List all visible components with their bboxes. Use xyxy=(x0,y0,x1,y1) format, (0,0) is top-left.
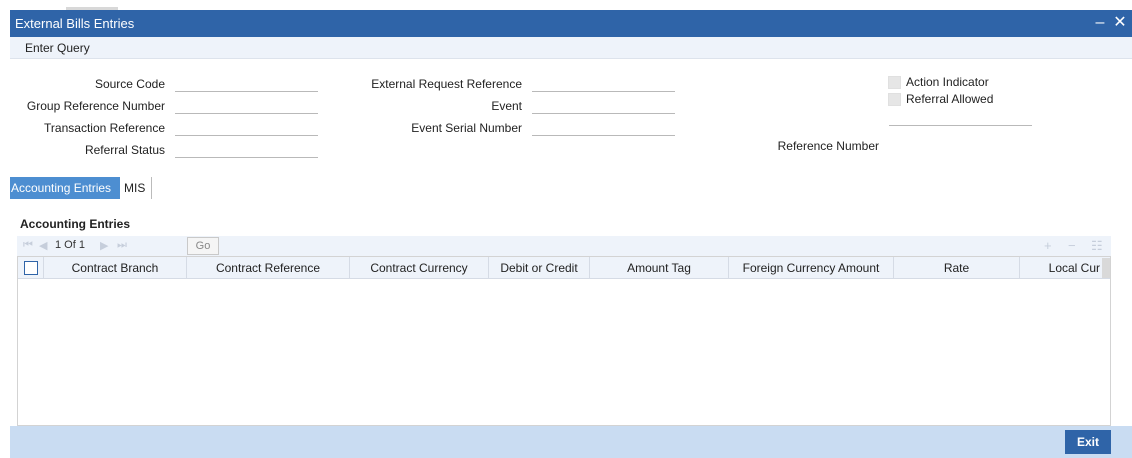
event-field[interactable] xyxy=(532,96,675,114)
column-header[interactable]: Foreign Currency Amount xyxy=(729,257,894,279)
tab-accounting-entries[interactable]: Accounting Entries xyxy=(10,177,120,199)
table-header: Contract Branch Contract Reference Contr… xyxy=(18,257,1110,279)
remove-row-icon[interactable]: − xyxy=(1068,238,1076,253)
title-bar: External Bills Entries – ✕ xyxy=(10,10,1132,37)
transaction-reference-field[interactable] xyxy=(175,118,318,136)
accounting-entries-table: Contract Branch Contract Reference Contr… xyxy=(17,256,1111,426)
group-reference-number-field[interactable] xyxy=(175,96,318,114)
last-page-icon[interactable]: ⏭ xyxy=(117,239,127,252)
column-header[interactable]: Contract Currency xyxy=(350,257,489,279)
menu-bar: Enter Query xyxy=(10,37,1132,59)
transaction-reference-label: Transaction Reference xyxy=(44,121,165,135)
column-header[interactable]: Rate xyxy=(894,257,1020,279)
page-indicator: 1 Of 1 xyxy=(55,239,85,251)
event-serial-number-label: Event Serial Number xyxy=(411,121,522,135)
next-page-icon[interactable]: ▶ xyxy=(100,239,108,252)
exit-button[interactable]: Exit xyxy=(1065,430,1111,454)
column-header[interactable]: Amount Tag xyxy=(590,257,729,279)
minimize-button[interactable]: – xyxy=(1091,13,1109,33)
referral-status-field[interactable] xyxy=(175,140,318,158)
group-reference-number-label: Group Reference Number xyxy=(26,99,165,113)
source-code-label: Source Code xyxy=(94,77,165,91)
footer-bar xyxy=(10,426,1132,458)
external-request-reference-field[interactable] xyxy=(532,74,675,92)
tab-mis[interactable]: MIS xyxy=(124,177,152,199)
referral-status-label: Referral Status xyxy=(84,143,165,157)
action-indicator-label: Action Indicator xyxy=(906,75,989,89)
select-all-checkbox[interactable] xyxy=(24,261,38,275)
close-button[interactable]: ✕ xyxy=(1111,13,1129,33)
first-page-icon[interactable]: ⏮ xyxy=(23,239,33,252)
view-rows-icon[interactable]: ☷ xyxy=(1091,238,1103,254)
column-header[interactable]: Debit or Credit xyxy=(489,257,590,279)
pagination-bar: ⏮ ◀ 1 Of 1 ▶ ⏭ Go + − ☷ xyxy=(17,236,1111,256)
reference-number-label: Reference Number xyxy=(777,139,879,153)
window-title: External Bills Entries xyxy=(15,16,135,31)
reference-number-field[interactable] xyxy=(889,108,1032,126)
column-header[interactable]: Contract Branch xyxy=(44,257,187,279)
enter-query-menu-item[interactable]: Enter Query xyxy=(25,41,90,55)
referral-allowed-checkbox[interactable] xyxy=(888,93,901,106)
section-title: Accounting Entries xyxy=(20,217,131,231)
top-strip xyxy=(0,0,1132,10)
column-header[interactable]: Contract Reference xyxy=(187,257,350,279)
event-label: Event xyxy=(491,99,522,113)
horizontal-scrollbar[interactable] xyxy=(1102,258,1110,278)
add-row-icon[interactable]: + xyxy=(1044,238,1052,253)
referral-allowed-label: Referral Allowed xyxy=(906,92,994,106)
source-code-field[interactable] xyxy=(175,74,318,92)
select-all-cell xyxy=(18,257,44,279)
action-indicator-checkbox[interactable] xyxy=(888,76,901,89)
previous-page-icon[interactable]: ◀ xyxy=(39,239,47,252)
column-header[interactable]: Local Cur xyxy=(1020,257,1102,279)
go-button[interactable]: Go xyxy=(187,237,219,255)
event-serial-number-field[interactable] xyxy=(532,118,675,136)
external-request-reference-label: External Request Reference xyxy=(371,77,522,91)
